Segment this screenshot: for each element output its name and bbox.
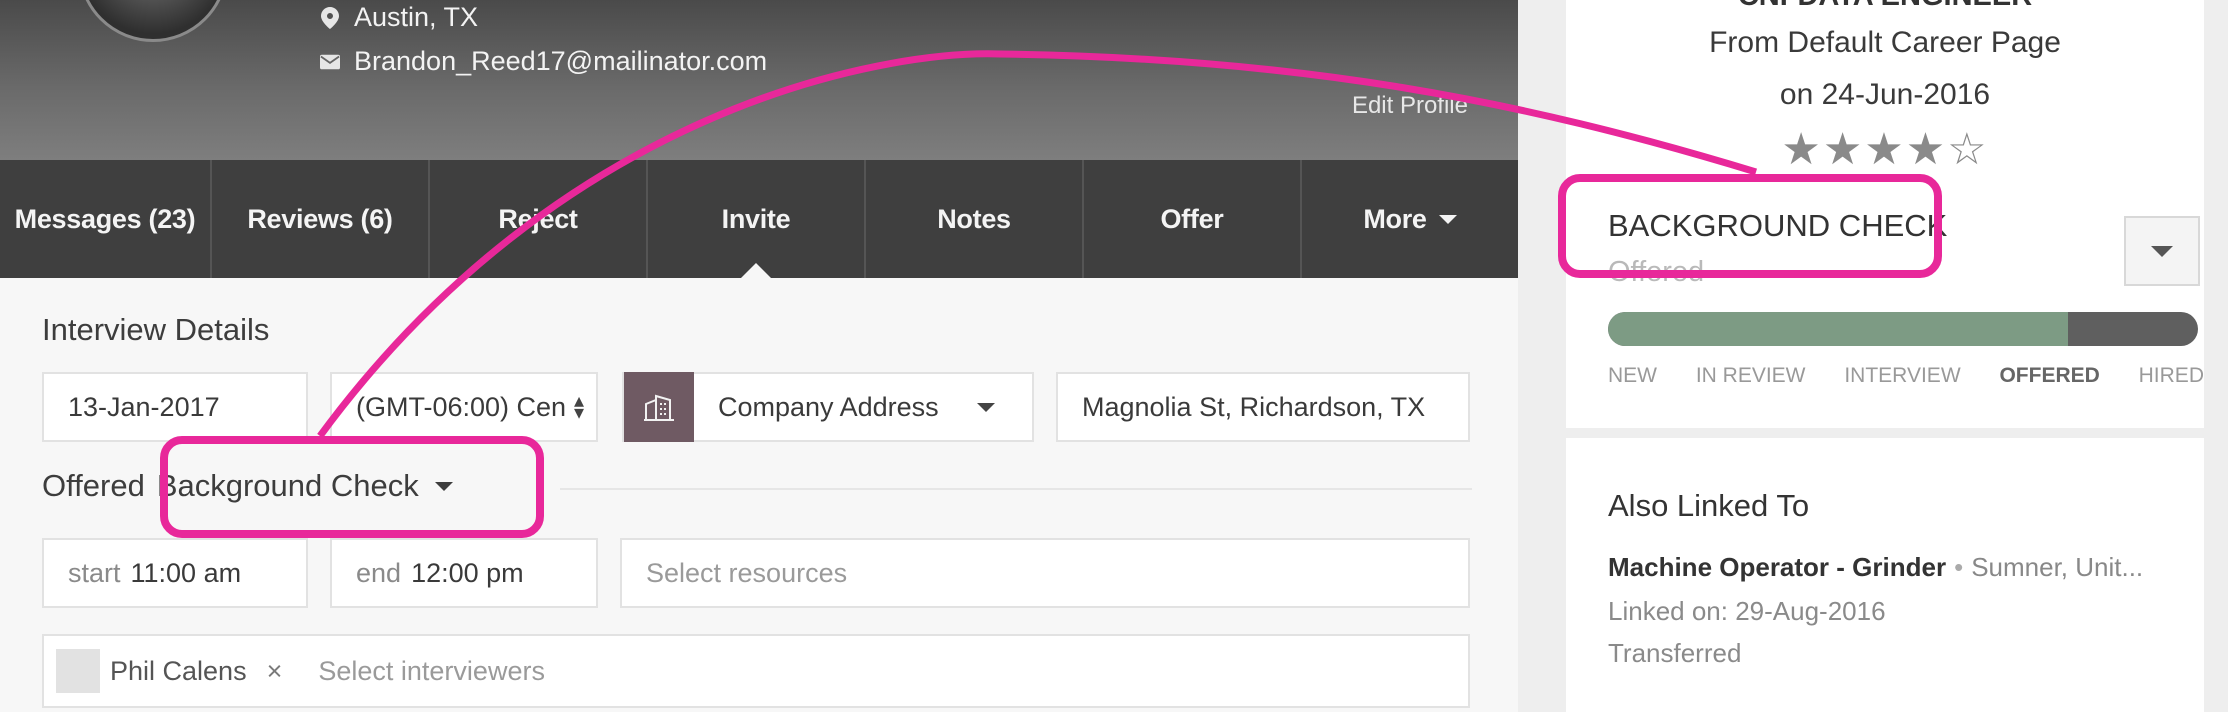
stage-offered: OFFERED bbox=[1999, 364, 2100, 387]
linked-status: Transferred bbox=[1608, 638, 1742, 668]
chevron-down-icon bbox=[2151, 245, 2173, 257]
select-arrows-icon: ▴ ▾ bbox=[573, 390, 584, 424]
action-tabbar: Messages (23) Reviews (6) Reject Invite … bbox=[0, 160, 1518, 279]
end-time-field[interactable]: end 12:00 pm bbox=[330, 538, 598, 608]
start-label: start bbox=[68, 557, 121, 588]
source-text: From Default Career Page bbox=[1709, 26, 2061, 59]
end-label: end bbox=[356, 557, 402, 588]
separator: • bbox=[1954, 552, 1964, 582]
map-pin-icon bbox=[320, 6, 340, 29]
address-type-value: Company Address bbox=[718, 391, 939, 422]
tab-more[interactable]: More bbox=[1302, 160, 1518, 278]
stage-interview: INTERVIEW bbox=[1844, 364, 1961, 387]
chevron-down-icon bbox=[976, 402, 995, 412]
tab-more-label: More bbox=[1363, 203, 1427, 234]
interviewers-placeholder: Select interviewers bbox=[318, 655, 545, 686]
location-row: Austin, TX bbox=[320, 2, 478, 33]
progress-fill bbox=[1608, 312, 2069, 346]
linked-job-row[interactable]: Machine Operator - Grinder • Sumner, Unit.… bbox=[1608, 552, 2143, 583]
job-title: CNFDATA ENGINEER bbox=[1566, 0, 2204, 13]
profile-header: Austin, TX Brandon_Reed17@mailinator.com… bbox=[0, 0, 1518, 160]
edit-profile-link[interactable]: Edit Profile bbox=[1352, 92, 1468, 120]
date-value: 13-Jan-2017 bbox=[68, 391, 220, 422]
tab-notes[interactable]: Notes bbox=[866, 160, 1084, 278]
chevron-down-icon bbox=[1438, 214, 1457, 224]
pipeline-stage-labels: NEW IN REVIEW INTERVIEW OFFERED HIRED bbox=[1608, 364, 2204, 388]
email-row: Brandon_Reed17@mailinator.com bbox=[320, 46, 767, 77]
linked-on-date: Linked on: 29-Aug-2016 bbox=[1608, 596, 1886, 626]
tab-reject[interactable]: Reject bbox=[430, 160, 648, 278]
interviewer-tag: Phil Calens × bbox=[56, 649, 294, 693]
status-dropdown-button[interactable] bbox=[2124, 216, 2200, 286]
avatar bbox=[56, 649, 100, 693]
right-sidebar: CNFDATA ENGINEER From Default Career Pag… bbox=[1518, 0, 2228, 712]
address-type-select[interactable]: Company Address bbox=[622, 372, 1034, 442]
building-icon bbox=[624, 372, 694, 442]
rating-stars[interactable]: ★★★★☆ bbox=[1566, 124, 2204, 175]
address-value: Magnolia St, Richardson, TX bbox=[1082, 391, 1426, 422]
candidate-email[interactable]: Brandon_Reed17@mailinator.com bbox=[354, 46, 767, 77]
timezone-value: (GMT-06:00) Cen bbox=[356, 391, 567, 422]
tab-messages[interactable]: Messages (23) bbox=[0, 160, 212, 278]
end-time-value: 12:00 pm bbox=[411, 557, 524, 588]
avatar bbox=[78, 0, 228, 42]
resources-placeholder: Select resources bbox=[646, 557, 848, 588]
address-field[interactable]: Magnolia St, Richardson, TX bbox=[1056, 372, 1470, 442]
candidate-location: Austin, TX bbox=[354, 2, 479, 32]
tab-offer[interactable]: Offer bbox=[1084, 160, 1302, 278]
start-time-field[interactable]: start 11:00 am bbox=[42, 538, 308, 608]
screen: Austin, TX Brandon_Reed17@mailinator.com… bbox=[0, 0, 2228, 712]
highlight-box-stage bbox=[160, 436, 544, 538]
stage-in-review: IN REVIEW bbox=[1695, 364, 1806, 387]
linked-job-location: Sumner, Unit... bbox=[1971, 552, 2144, 582]
section-title: Interview Details bbox=[42, 312, 270, 347]
date-field[interactable]: 13-Jan-2017 bbox=[42, 372, 308, 442]
also-linked-title: Also Linked To bbox=[1608, 488, 1810, 523]
resources-input[interactable]: Select resources bbox=[620, 538, 1470, 608]
close-icon[interactable]: × bbox=[267, 656, 283, 687]
stage-hired: HIRED bbox=[2138, 364, 2204, 387]
also-linked-card: Also Linked To Machine Operator - Grinde… bbox=[1566, 438, 2204, 712]
divider bbox=[560, 488, 1472, 490]
linked-job-title: Machine Operator - Grinder bbox=[1608, 552, 1947, 582]
start-time-value: 11:00 am bbox=[130, 557, 242, 588]
interviewer-name: Phil Calens bbox=[110, 655, 247, 686]
interviewers-input[interactable]: Phil Calens × Select interviewers bbox=[42, 634, 1470, 708]
tab-reviews[interactable]: Reviews (6) bbox=[212, 160, 430, 278]
tab-invite[interactable]: Invite bbox=[648, 160, 866, 279]
highlight-box-status bbox=[1558, 174, 1942, 278]
pipeline-progress-bar bbox=[1608, 312, 2198, 346]
envelope-icon bbox=[320, 54, 340, 70]
applied-date: on 24-Jun-2016 bbox=[1779, 78, 1991, 111]
timezone-select[interactable]: (GMT-06:00) Cen ▴ ▾ bbox=[330, 372, 598, 442]
stage-new: NEW bbox=[1608, 364, 1657, 387]
stage-label: Offered bbox=[42, 468, 145, 503]
